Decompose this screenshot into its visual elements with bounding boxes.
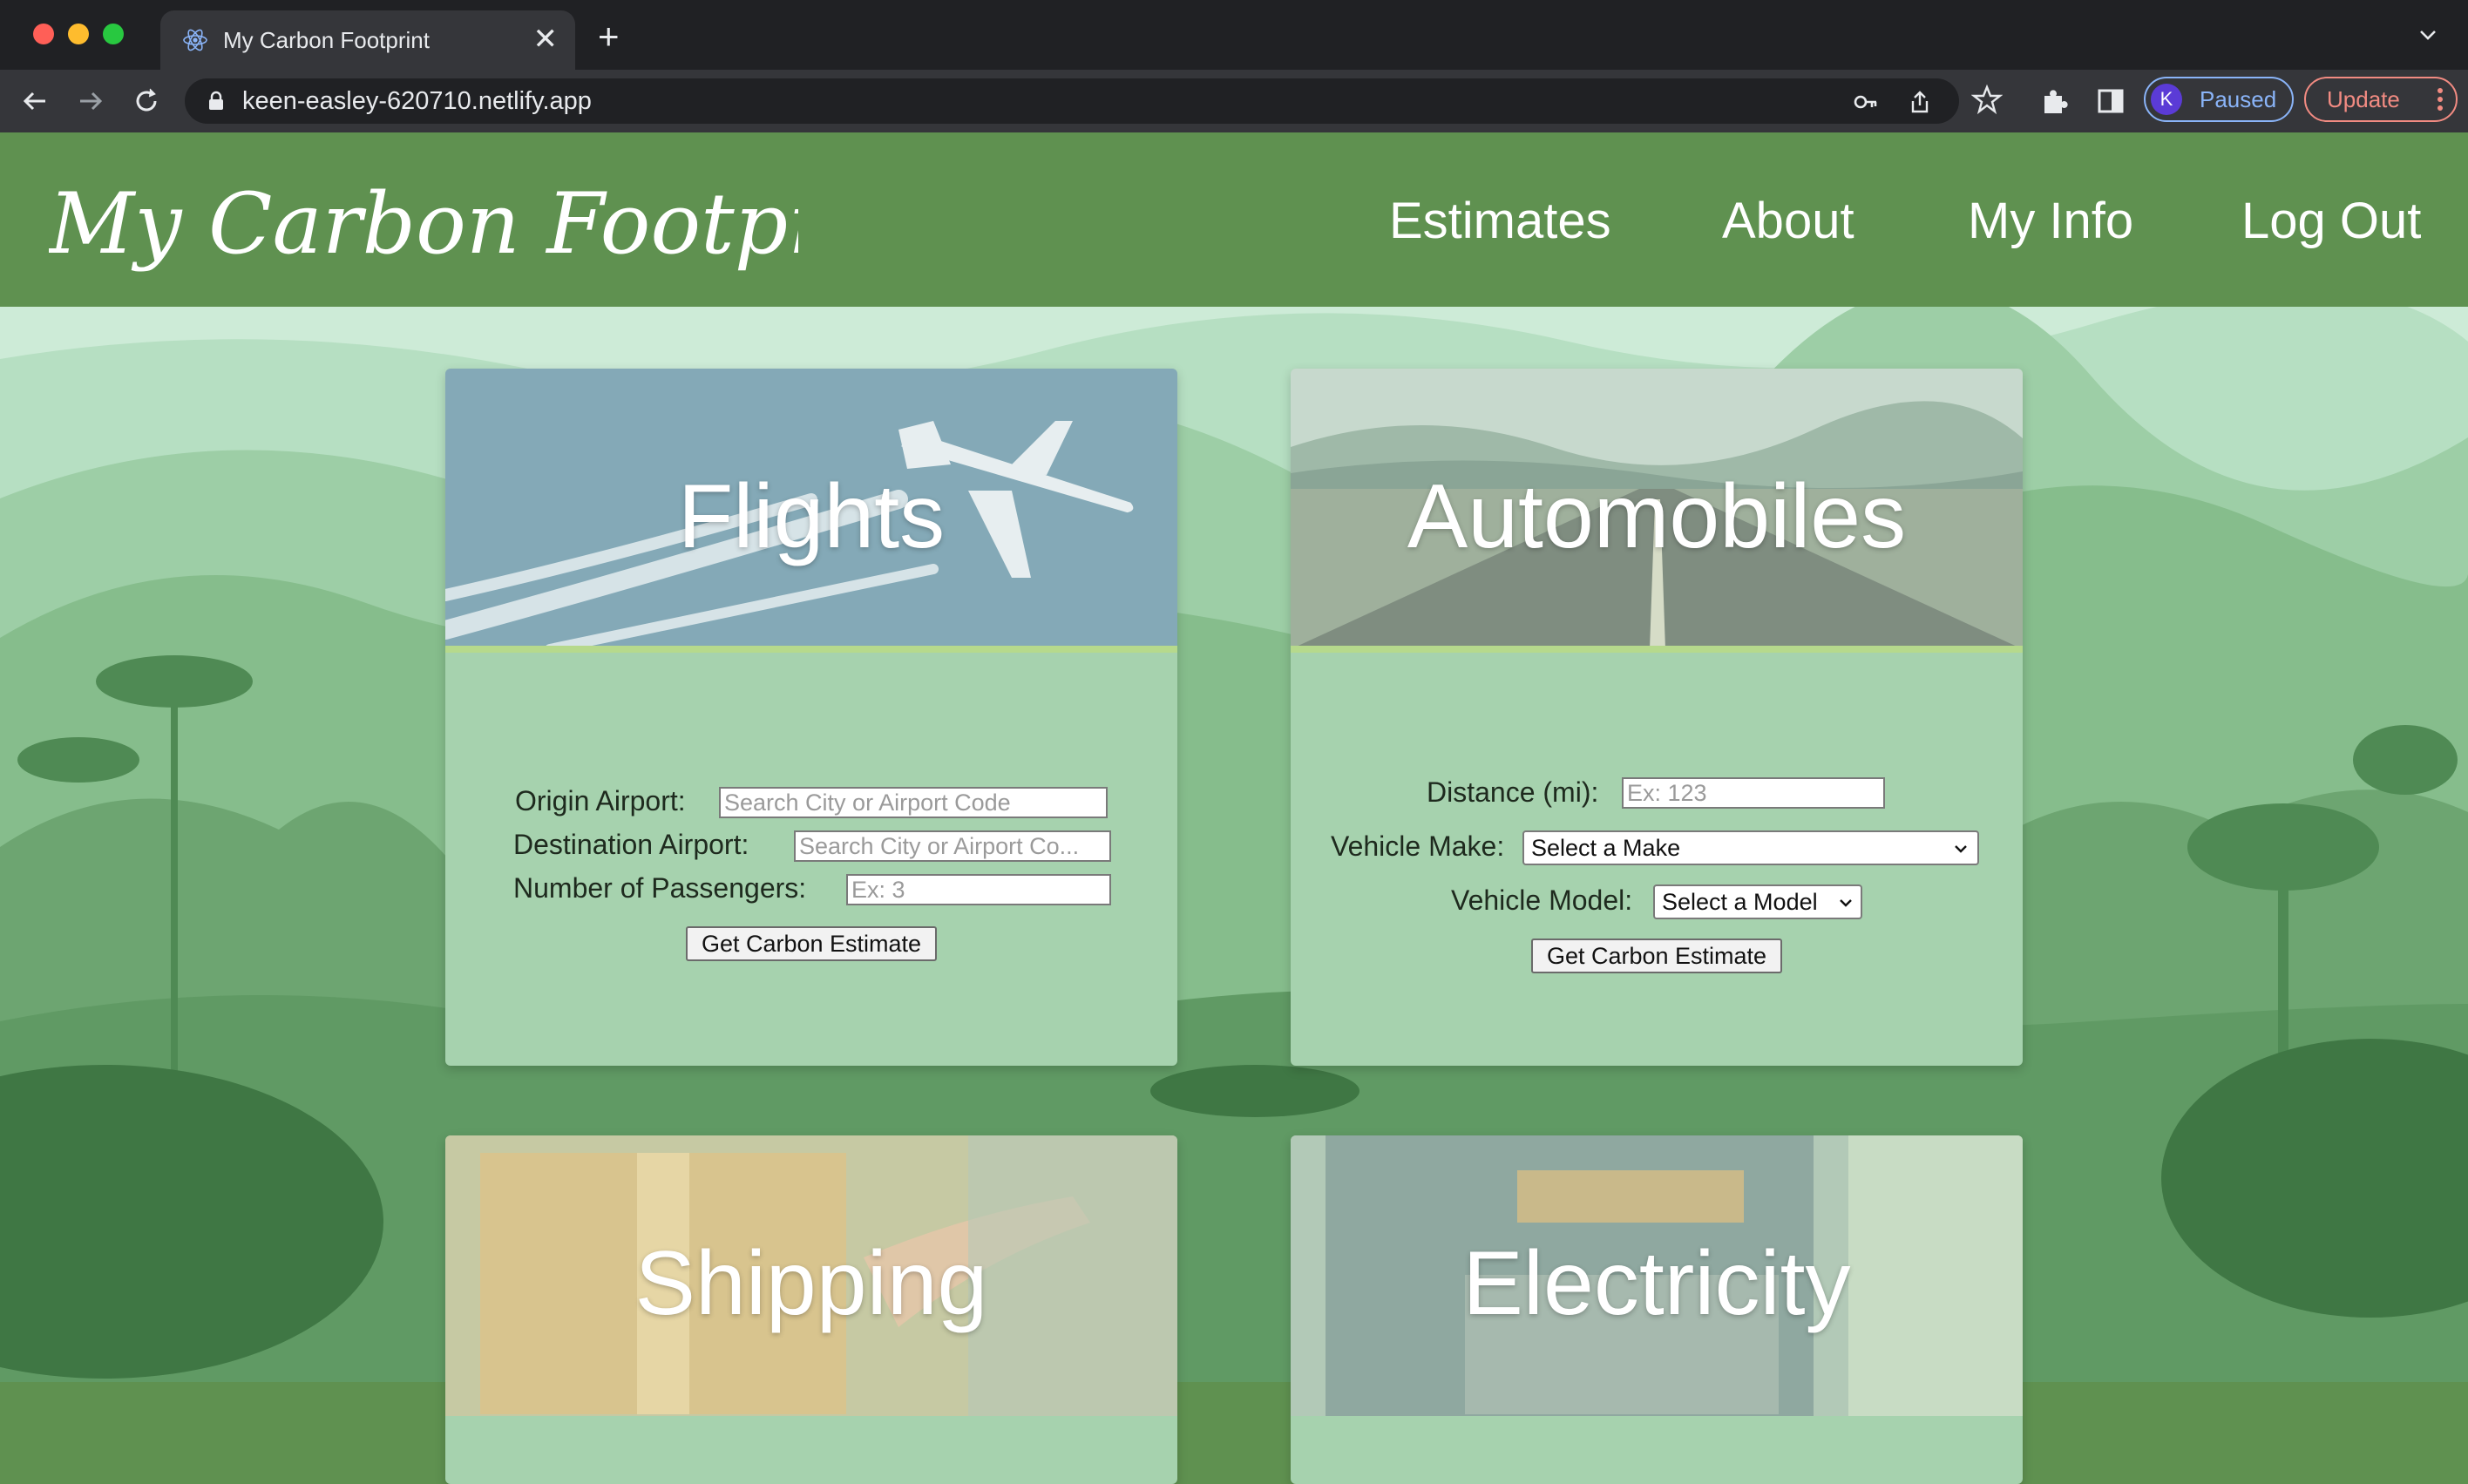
shipping-hero-image: Shipping <box>445 1135 1177 1416</box>
nav-estimates-link[interactable]: Estimates <box>1389 192 1611 251</box>
lock-icon[interactable] <box>206 91 227 112</box>
automobiles-title: Automobiles <box>1407 466 1907 567</box>
chevron-down-icon[interactable] <box>2414 21 2442 49</box>
svg-text:My Carbon Footprint: My Carbon Footprint <box>49 175 798 273</box>
tab-title: My Carbon Footprint <box>223 27 430 53</box>
site-header: My Carbon Footprint Estimates About My I… <box>0 132 2468 307</box>
vehicle-model-label: Vehicle Model: <box>1451 884 1633 916</box>
origin-airport-label: Origin Airport: <box>515 785 686 817</box>
flights-card: Flights Origin Airport: Search City or A… <box>445 369 1177 1066</box>
passengers-label: Number of Passengers: <box>513 872 807 904</box>
shipping-card: Shipping <box>445 1135 1177 1484</box>
profile-button[interactable]: K Paused <box>2144 77 2294 122</box>
flights-hero-image: Flights <box>445 369 1177 649</box>
electricity-title: Electricity <box>1462 1233 1851 1334</box>
vehicle-make-value: Select a Make <box>1531 835 1681 861</box>
update-button[interactable]: Update <box>2304 77 2458 122</box>
shipping-title: Shipping <box>634 1233 988 1334</box>
automobiles-card: Automobiles Distance (mi): Ex: 123 Vehic… <box>1291 369 2023 1066</box>
key-icon[interactable] <box>1853 89 1879 115</box>
destination-airport-label: Destination Airport: <box>513 829 749 860</box>
profile-status: Paused <box>2200 86 2277 112</box>
distance-input[interactable]: Ex: 123 <box>1622 777 1885 809</box>
flights-title: Flights <box>677 466 946 567</box>
side-panel-icon[interactable] <box>2095 85 2126 117</box>
close-window-button[interactable] <box>33 24 54 44</box>
browser-toolbar: keen-easley-620710.netlify.app K Paused … <box>0 70 2468 132</box>
reload-icon[interactable] <box>131 85 162 117</box>
more-vert-icon <box>2437 88 2443 111</box>
nav-log-out-link[interactable]: Log Out <box>2241 192 2421 251</box>
electricity-hero-image: Electricity <box>1291 1135 2023 1416</box>
forward-arrow-icon[interactable] <box>75 85 106 117</box>
update-label: Update <box>2327 86 2400 112</box>
vehicle-make-label: Vehicle Make: <box>1331 830 1505 862</box>
nav-my-info-link[interactable]: My Info <box>1968 192 2133 251</box>
distance-label: Distance (mi): <box>1427 776 1599 808</box>
avatar: K <box>2151 84 2182 115</box>
vehicle-make-select[interactable]: Select a Make <box>1522 830 1979 865</box>
chevron-down-icon <box>1840 899 1852 907</box>
chevron-down-icon <box>1955 845 1967 853</box>
origin-airport-input[interactable]: Search City or Airport Code <box>719 787 1108 818</box>
jungle-background-illustration <box>0 307 2468 1382</box>
share-icon[interactable] <box>1907 89 1933 115</box>
new-tab-icon[interactable]: + <box>598 18 620 55</box>
accent-stripe <box>1291 646 2023 653</box>
site-logo[interactable]: My Carbon Footprint <box>49 159 798 289</box>
extensions-puzzle-icon[interactable] <box>2039 85 2071 117</box>
react-icon <box>183 29 207 51</box>
address-bar[interactable]: keen-easley-620710.netlify.app <box>185 78 1959 124</box>
passengers-input[interactable]: Ex: 3 <box>846 874 1111 905</box>
vehicle-model-value: Select a Model <box>1662 889 1818 915</box>
bookmark-star-icon[interactable] <box>1971 84 2003 115</box>
minimize-window-button[interactable] <box>68 24 89 44</box>
accent-stripe <box>445 646 1177 653</box>
close-tab-icon[interactable]: ✕ <box>533 24 559 54</box>
automobiles-hero-image: Automobiles <box>1291 369 2023 649</box>
flights-estimate-button[interactable]: Get Carbon Estimate <box>686 926 937 961</box>
browser-tab-strip: My Carbon Footprint ✕ + <box>0 0 2468 70</box>
nav-about-link[interactable]: About <box>1722 192 1854 251</box>
vehicle-model-select[interactable]: Select a Model <box>1653 884 1862 919</box>
browser-tab[interactable]: My Carbon Footprint ✕ <box>160 10 575 70</box>
destination-airport-input[interactable]: Search City or Airport Co... <box>794 830 1111 862</box>
automobiles-estimate-button[interactable]: Get Carbon Estimate <box>1531 939 1782 973</box>
url-text: keen-easley-620710.netlify.app <box>242 87 592 115</box>
electricity-card: Electricity <box>1291 1135 2023 1484</box>
back-arrow-icon[interactable] <box>19 85 51 117</box>
maximize-window-button[interactable] <box>103 24 124 44</box>
